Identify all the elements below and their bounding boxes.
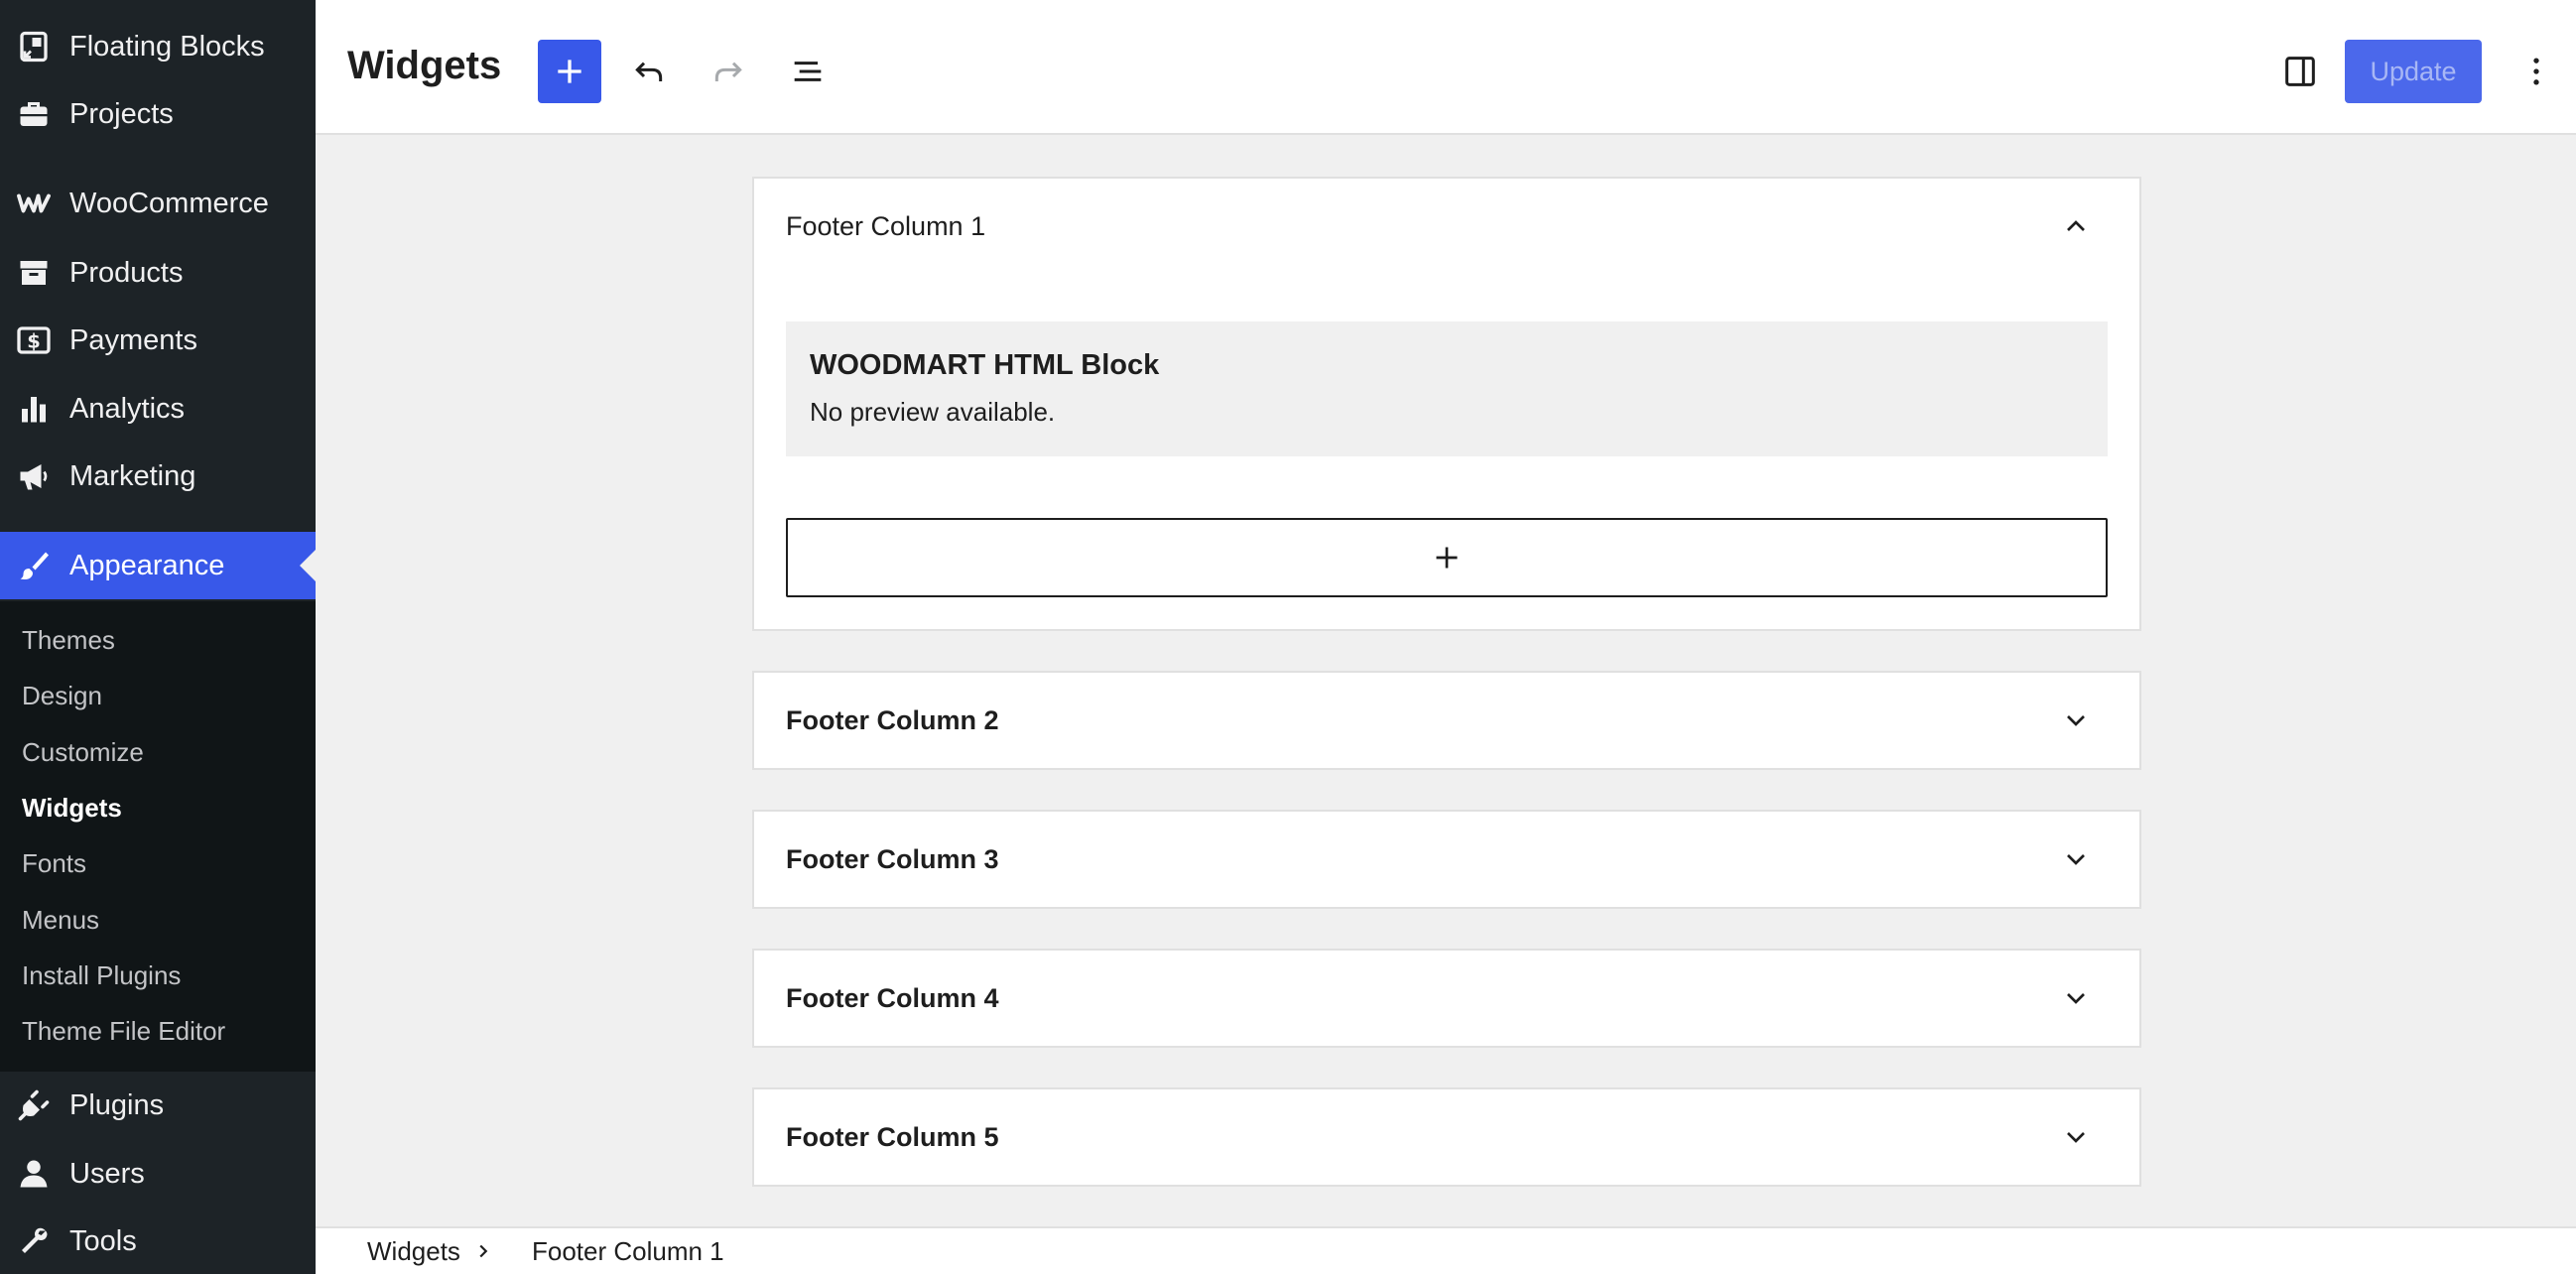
bar-chart-icon (14, 389, 54, 429)
widget-area-title[interactable]: Footer Column 4 (786, 951, 999, 1046)
sidebar-item-label: Marketing (69, 459, 196, 492)
sidebar-item-projects[interactable]: Projects (0, 83, 316, 145)
more-vertical-icon (2533, 58, 2539, 85)
user-icon (14, 1154, 54, 1194)
settings-sidebar-button[interactable] (2268, 40, 2332, 103)
sidebar-item-label: Tools (69, 1224, 137, 1257)
floating-blocks-icon (14, 27, 54, 66)
chevron-down-icon (2067, 854, 2085, 865)
breadcrumb-root[interactable]: Widgets (367, 1236, 460, 1267)
submenu-item-themes[interactable]: Themes (22, 625, 115, 656)
submenu-item-widgets[interactable]: Widgets (22, 793, 122, 824)
sidebar-item-marketing[interactable]: Marketing (0, 446, 316, 507)
editor-header: Widgets Update (316, 0, 2576, 135)
submenu-item-install-plugins[interactable]: Install Plugins (22, 960, 181, 991)
sidebar-item-floating-blocks[interactable]: Floating Blocks (0, 16, 316, 77)
html-block[interactable]: WOODMART HTML Block No preview available… (786, 321, 2108, 456)
sidebar-item-users[interactable]: Users (0, 1143, 316, 1205)
sidebar-item-plugins[interactable]: Plugins (0, 1075, 316, 1136)
sidebar-item-appearance[interactable]: Appearance (0, 532, 316, 599)
widget-area-title[interactable]: Footer Column 5 (786, 1089, 999, 1185)
chevron-down-icon (2067, 715, 2085, 726)
widget-area-title[interactable]: Footer Column 3 (786, 812, 999, 907)
undo-button[interactable] (617, 40, 681, 103)
expand-toggle[interactable] (2058, 841, 2094, 877)
megaphone-icon (14, 456, 54, 496)
current-menu-arrow (300, 550, 316, 581)
sidebar-item-label: Appearance (69, 549, 225, 581)
archive-icon (14, 253, 54, 293)
breadcrumb: Widgets Footer Column 1 (316, 1226, 2576, 1274)
svg-text:$: $ (27, 330, 41, 353)
plus-icon (558, 60, 581, 83)
paintbrush-icon (14, 546, 54, 585)
list-view-button[interactable] (776, 40, 839, 103)
plus-icon (1436, 547, 1458, 569)
breadcrumb-current[interactable]: Footer Column 1 (532, 1236, 724, 1267)
chevron-down-icon (2067, 993, 2085, 1004)
sidebar-item-tools[interactable]: Tools (0, 1210, 316, 1272)
sidebar-item-analytics[interactable]: Analytics (0, 378, 316, 440)
sidebar-item-products[interactable]: Products (0, 242, 316, 304)
update-button[interactable]: Update (2345, 40, 2482, 103)
submenu-item-menus[interactable]: Menus (22, 905, 99, 936)
sidebar-item-label: Products (69, 256, 184, 289)
woocommerce-icon (14, 184, 54, 223)
expand-toggle[interactable] (2058, 1119, 2094, 1155)
redo-icon (714, 62, 742, 81)
add-block-button[interactable] (786, 518, 2108, 597)
redo-button[interactable] (697, 40, 760, 103)
widget-area-footer-column-4[interactable]: Footer Column 4 (752, 949, 2141, 1048)
sidebar-item-label: Projects (69, 97, 174, 130)
collapse-toggle[interactable] (2058, 208, 2094, 244)
sidebar-item-woocommerce[interactable]: WooCommerce (0, 173, 316, 234)
briefcase-icon (14, 94, 54, 134)
submenu-item-design[interactable]: Design (22, 681, 102, 711)
chevron-down-icon (2067, 1132, 2085, 1143)
submenu-item-fonts[interactable]: Fonts (22, 848, 86, 879)
submenu-item-customize[interactable]: Customize (22, 737, 144, 768)
sidebar-item-label: Plugins (69, 1088, 165, 1121)
list-view-icon (794, 62, 822, 81)
plug-icon (14, 1085, 54, 1125)
chevron-right-icon (479, 1244, 488, 1258)
expand-toggle[interactable] (2058, 702, 2094, 738)
expand-toggle[interactable] (2058, 980, 2094, 1016)
widget-area-footer-column-3[interactable]: Footer Column 3 (752, 810, 2141, 909)
submenu-item-theme-file-editor[interactable]: Theme File Editor (22, 1016, 225, 1047)
widget-areas-canvas: Footer Column 1 WOODMART HTML Block No p… (316, 135, 2576, 1226)
widget-area-footer-column-2[interactable]: Footer Column 2 (752, 671, 2141, 770)
dollar-icon: $ (14, 320, 54, 360)
block-preview-text: No preview available. (810, 397, 1056, 427)
wrench-icon (14, 1221, 54, 1261)
sidebar-item-label: Floating Blocks (69, 30, 265, 63)
sidebar-item-label: Payments (69, 323, 197, 356)
admin-sidebar: Floating Blocks Projects WooCommerce Pro… (0, 0, 316, 1274)
block-title: WOODMART HTML Block (810, 349, 1160, 381)
appearance-submenu: Themes Design Customize Widgets Fonts Me… (0, 601, 316, 1072)
sidebar-item-label: Users (69, 1157, 145, 1190)
sidebar-item-label: WooCommerce (69, 187, 269, 219)
chevron-up-icon (2067, 220, 2085, 231)
widget-area-title[interactable]: Footer Column 2 (786, 673, 999, 768)
undo-icon (635, 62, 663, 81)
page-title: Widgets (347, 44, 502, 87)
sidebar-panel-icon (2285, 57, 2315, 86)
widget-area-footer-column-5[interactable]: Footer Column 5 (752, 1087, 2141, 1187)
widget-area-footer-column-1: Footer Column 1 WOODMART HTML Block No p… (752, 177, 2141, 631)
widget-area-title[interactable]: Footer Column 1 (786, 179, 985, 274)
options-menu-button[interactable] (2509, 40, 2564, 103)
sidebar-item-payments[interactable]: $ Payments (0, 310, 316, 371)
block-inserter-button[interactable] (538, 40, 601, 103)
sidebar-item-label: Analytics (69, 392, 186, 425)
